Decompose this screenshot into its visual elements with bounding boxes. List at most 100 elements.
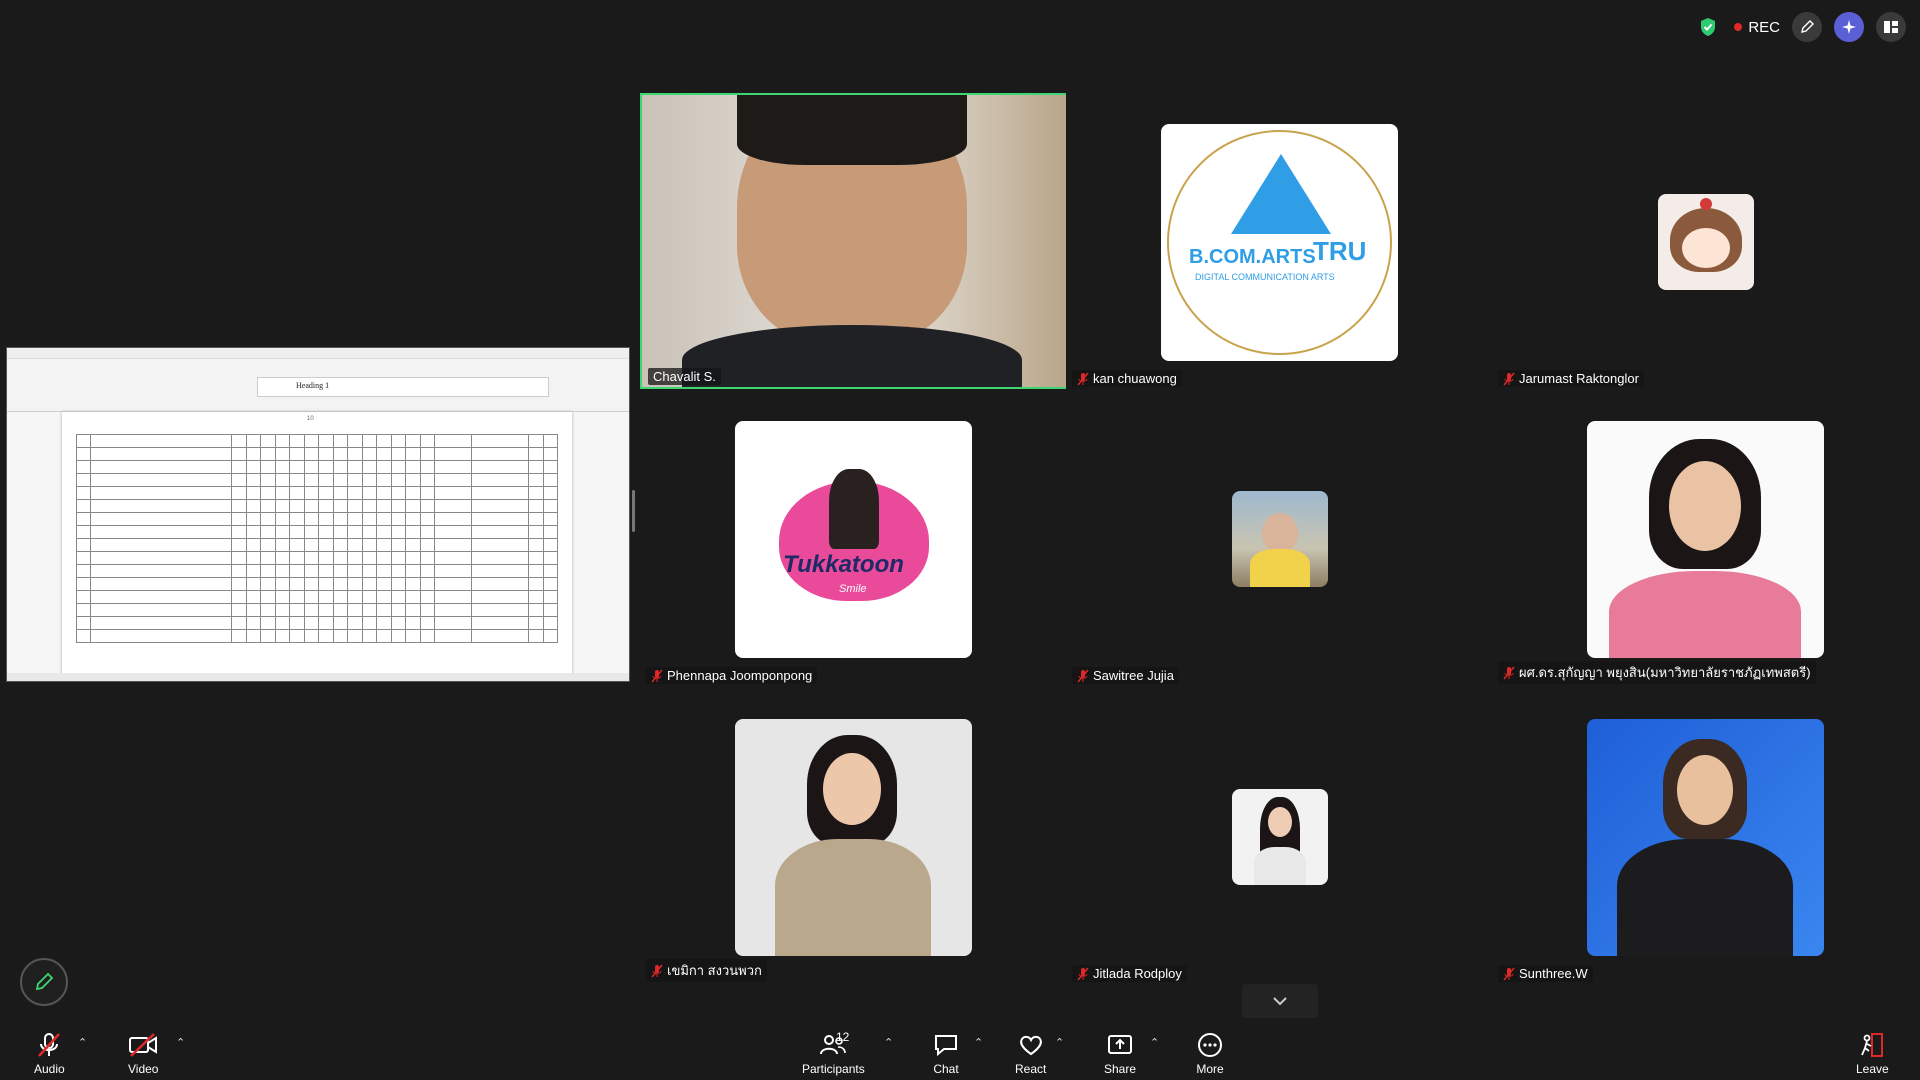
chat-bubble-icon	[935, 1035, 957, 1057]
chat-button[interactable]: Chat	[932, 1032, 960, 1076]
participants-options-caret-icon[interactable]: ⌃	[884, 1036, 893, 1049]
participant-tile[interactable]: Tukkatoon Smile Phennapa Joomponpong	[640, 390, 1068, 686]
share-label: Share	[1104, 1062, 1137, 1076]
pencil-icon	[35, 972, 54, 991]
photo-shirt-shape	[1254, 847, 1306, 885]
participant-name: Phennapa Joomponpong	[667, 668, 813, 683]
rec-dot-icon	[1734, 23, 1743, 31]
meeting-toolbar: Audio ⌃ Video ⌃ 12 Participants ⌃ Chat ⌃…	[0, 1022, 1920, 1080]
profile-photo	[1232, 491, 1328, 587]
profile-photo	[735, 719, 972, 956]
document-table	[75, 434, 558, 643]
video-off-icon	[129, 1033, 158, 1057]
share-button[interactable]: Share	[1104, 1032, 1136, 1076]
participant-tile[interactable]: Sunthree.W	[1492, 688, 1920, 984]
photo-shirt-shape	[1250, 549, 1310, 587]
participant-name-tag: ผศ.ดร.สุกัญญา พยุงสิน(มหาวิทยาลัยราชภัฏเ…	[1498, 661, 1816, 684]
chat-options-caret-icon[interactable]: ⌃	[974, 1036, 983, 1049]
participant-video	[642, 95, 1066, 387]
audio-button[interactable]: Audio	[34, 1032, 65, 1076]
photo-face-shape	[823, 753, 881, 825]
photo-uniform-shape	[775, 839, 931, 956]
participant-name: ผศ.ดร.สุกัญญา พยุงสิน(มหาวิทยาลัยราชภัฏเ…	[1519, 665, 1811, 680]
audio-label: Audio	[34, 1062, 65, 1076]
security-shield-icon[interactable]	[1694, 13, 1722, 41]
leave-label: Leave	[1856, 1062, 1889, 1076]
muted-mic-icon	[38, 1033, 61, 1057]
participants-label: Participants	[802, 1062, 865, 1076]
word-ribbon: Heading 1	[7, 359, 629, 412]
top-controls: REC	[1694, 12, 1906, 42]
photo-dress-shape	[1609, 571, 1801, 658]
participant-name-tag: Chavalit S.	[648, 368, 721, 385]
participant-tile[interactable]: B.COM.ARTS TRU DIGITAL COMMUNICATION ART…	[1066, 93, 1494, 389]
more-label: More	[1196, 1062, 1224, 1076]
view-layout-icon[interactable]	[1876, 12, 1906, 42]
logo-text-2: TRU	[1313, 236, 1367, 266]
annotate-pencil-button[interactable]	[20, 958, 68, 1006]
participant-name: Sunthree.W	[1519, 966, 1588, 981]
audio-options-caret-icon[interactable]: ⌃	[78, 1036, 87, 1049]
participants-count: 12	[836, 1030, 850, 1044]
avatar-flower-icon	[1700, 198, 1712, 210]
participant-tile[interactable]: Jarumast Raktonglor	[1492, 93, 1920, 389]
annotate-pen-icon[interactable]	[1792, 12, 1822, 42]
muted-mic-icon	[1077, 967, 1089, 980]
chat-label: Chat	[933, 1062, 959, 1076]
profile-photo	[1232, 789, 1328, 885]
participant-tile[interactable]: Sawitree Jujia	[1066, 390, 1494, 686]
scroll-down-chevron-icon[interactable]	[1242, 984, 1318, 1018]
participant-tile[interactable]: Chavalit S.	[640, 93, 1068, 389]
participant-name-tag: Jarumast Raktonglor	[1498, 370, 1644, 387]
page-number: 10	[307, 416, 314, 422]
video-label: Video	[128, 1062, 159, 1076]
participant-tile[interactable]: Jitlada Rodploy	[1066, 688, 1494, 984]
recording-indicator[interactable]: REC	[1734, 19, 1780, 36]
participant-name: Jitlada Rodploy	[1093, 966, 1182, 981]
leave-button[interactable]: Leave	[1856, 1032, 1889, 1076]
photo-face-shape	[1669, 461, 1741, 551]
heading-style-label: Heading 1	[296, 381, 330, 390]
react-options-caret-icon[interactable]: ⌃	[1055, 1036, 1064, 1049]
participants-button[interactable]: 12 Participants	[802, 1030, 865, 1076]
profile-photo	[1587, 719, 1824, 956]
profile-photo	[1587, 421, 1824, 658]
muted-mic-icon	[1077, 372, 1089, 385]
video-options-caret-icon[interactable]: ⌃	[176, 1036, 185, 1049]
more-dots-icon	[1198, 1033, 1222, 1057]
video-shirt-shape	[682, 325, 1022, 387]
logo-crane-icon	[1231, 154, 1331, 234]
photo-person-shape	[1262, 513, 1298, 553]
logo-subtext: Smile	[839, 583, 867, 595]
logo-text: B.COM.ARTS	[1189, 246, 1316, 268]
react-button[interactable]: React	[1015, 1032, 1046, 1076]
profile-logo: Tukkatoon Smile	[735, 421, 972, 658]
participant-tile[interactable]: ผศ.ดร.สุกัญญา พยุงสิน(มหาวิทยาลัยราชภัฏเ…	[1492, 390, 1920, 686]
profile-avatar	[1658, 194, 1754, 290]
logo-text: Tukkatoon	[783, 551, 904, 578]
participant-name-tag: เขมิกา สงวนพวก	[646, 959, 767, 982]
split-resize-handle[interactable]	[632, 490, 635, 532]
avatar-face-shape	[1682, 228, 1730, 268]
participant-name-tag: Sunthree.W	[1498, 965, 1593, 982]
more-button[interactable]: More	[1196, 1032, 1224, 1076]
shared-screen-word-document[interactable]: Heading 1 10	[6, 347, 630, 682]
photo-face-shape	[1268, 807, 1292, 837]
video-button[interactable]: Video	[128, 1032, 158, 1076]
ai-companion-icon[interactable]	[1834, 12, 1864, 42]
photo-face-shape	[1677, 755, 1733, 825]
video-hair-shape	[737, 95, 967, 165]
word-title-bar	[7, 348, 629, 359]
participant-name-tag: Jitlada Rodploy	[1072, 965, 1187, 982]
participant-name: kan chuawong	[1093, 371, 1177, 386]
word-status-bar	[7, 673, 629, 681]
muted-mic-icon	[1503, 666, 1515, 679]
react-label: React	[1015, 1062, 1047, 1076]
share-options-caret-icon[interactable]: ⌃	[1150, 1036, 1159, 1049]
participant-tile[interactable]: เขมิกา สงวนพวก	[640, 688, 1068, 984]
muted-mic-icon	[651, 964, 663, 977]
profile-logo: B.COM.ARTS TRU DIGITAL COMMUNICATION ART…	[1161, 124, 1398, 361]
leave-door-icon	[1861, 1033, 1884, 1057]
muted-mic-icon	[1503, 967, 1515, 980]
word-styles-gallery: Heading 1	[257, 377, 549, 397]
